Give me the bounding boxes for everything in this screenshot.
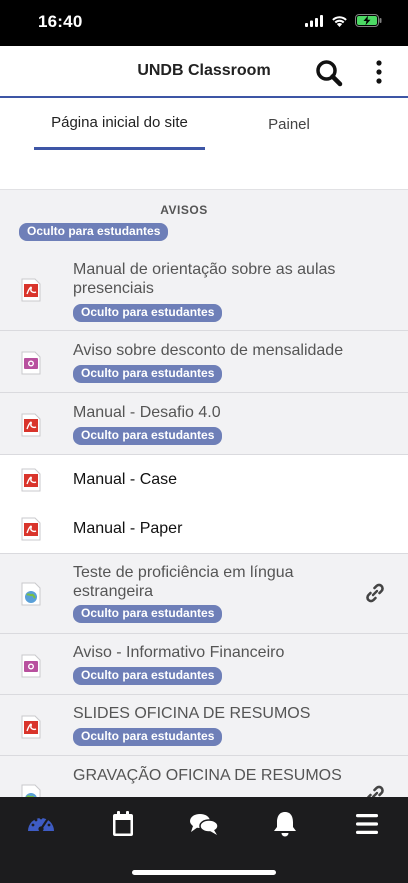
dashboard-icon [28, 816, 54, 832]
list-item[interactable]: Manual - Paper [0, 504, 408, 553]
section-header: AVISOS Oculto para estudantes [0, 190, 408, 254]
search-icon [316, 60, 343, 87]
hidden-badge: Oculto para estudantes [73, 427, 223, 445]
hidden-badge: Oculto para estudantes [19, 223, 169, 241]
hidden-badge: Oculto para estudantes [73, 605, 223, 623]
home-indicator [132, 870, 276, 875]
nav-dashboard[interactable] [25, 810, 57, 838]
pdf-icon [21, 278, 41, 302]
nav-messages[interactable] [188, 810, 220, 838]
top-spacer [0, 150, 408, 190]
hidden-badge: Oculto para estudantes [73, 365, 223, 383]
list-item[interactable]: Teste de proficiência em língua estrange… [0, 553, 408, 634]
list-item[interactable]: Manual - Case [0, 455, 408, 504]
item-title: Aviso sobre desconto de mensalidade [73, 342, 344, 359]
item-title: Manual - Case [73, 471, 178, 488]
list-item[interactable]: Manual de orientação sobre as aulas pres… [0, 254, 408, 331]
hidden-badge: Oculto para estudantes [73, 304, 223, 322]
web-link-icon [21, 582, 41, 606]
item-title: Teste de proficiência em língua estrange… [73, 564, 294, 600]
signal-icon [305, 14, 323, 27]
status-icons [305, 14, 382, 27]
nav-calendar[interactable] [107, 810, 139, 838]
pdf-icon [21, 413, 41, 437]
tab-site-home[interactable]: Página inicial do site [34, 98, 205, 150]
messages-icon [190, 814, 219, 835]
image-file-icon [21, 654, 41, 678]
bottom-navigation [0, 797, 408, 883]
tab-dashboard[interactable]: Painel [205, 98, 373, 150]
activity-list: Manual de orientação sobre as aulas pres… [0, 254, 408, 836]
battery-charging-icon [355, 14, 382, 27]
status-time: 16:40 [38, 12, 83, 31]
menu-icon [356, 814, 378, 834]
item-title: Manual de orientação sobre as aulas pres… [73, 261, 336, 297]
search-button[interactable] [314, 58, 344, 88]
hidden-badge: Oculto para estudantes [73, 667, 223, 685]
wifi-icon [332, 15, 347, 27]
more-vertical-icon [376, 60, 382, 84]
item-title: SLIDES OFICINA DE RESUMOS [73, 705, 311, 722]
list-item[interactable]: SLIDES OFICINA DE RESUMOS Oculto para es… [0, 695, 408, 756]
item-title: Manual - Paper [73, 520, 183, 537]
image-file-icon [21, 351, 41, 375]
item-title: Manual - Desafio 4.0 [73, 404, 221, 421]
item-title: GRAVAÇÃO OFICINA DE RESUMOS [73, 767, 342, 784]
item-title: Aviso - Informativo Financeiro [73, 644, 285, 661]
pdf-icon [21, 517, 41, 541]
app-title: UNDB Classroom [137, 62, 271, 79]
list-item[interactable]: Aviso sobre desconto de mensalidade Ocul… [0, 331, 408, 393]
app-header: UNDB Classroom [0, 46, 408, 98]
status-bar: 16:40 [0, 0, 408, 46]
list-item[interactable]: Manual - Desafio 4.0 Oculto para estudan… [0, 393, 408, 455]
pdf-icon [21, 468, 41, 492]
section-title: AVISOS [160, 203, 208, 217]
list-item[interactable]: Aviso - Informativo Financeiro Oculto pa… [0, 634, 408, 695]
hidden-badge: Oculto para estudantes [73, 728, 223, 746]
more-options-button[interactable] [369, 58, 389, 88]
link-icon[interactable] [364, 582, 386, 604]
nav-menu[interactable] [351, 810, 383, 838]
tab-bar: Página inicial do site Painel [0, 98, 408, 150]
pdf-icon [21, 715, 41, 739]
notifications-icon [274, 812, 296, 837]
calendar-icon [113, 811, 133, 836]
nav-notifications[interactable] [269, 810, 301, 838]
